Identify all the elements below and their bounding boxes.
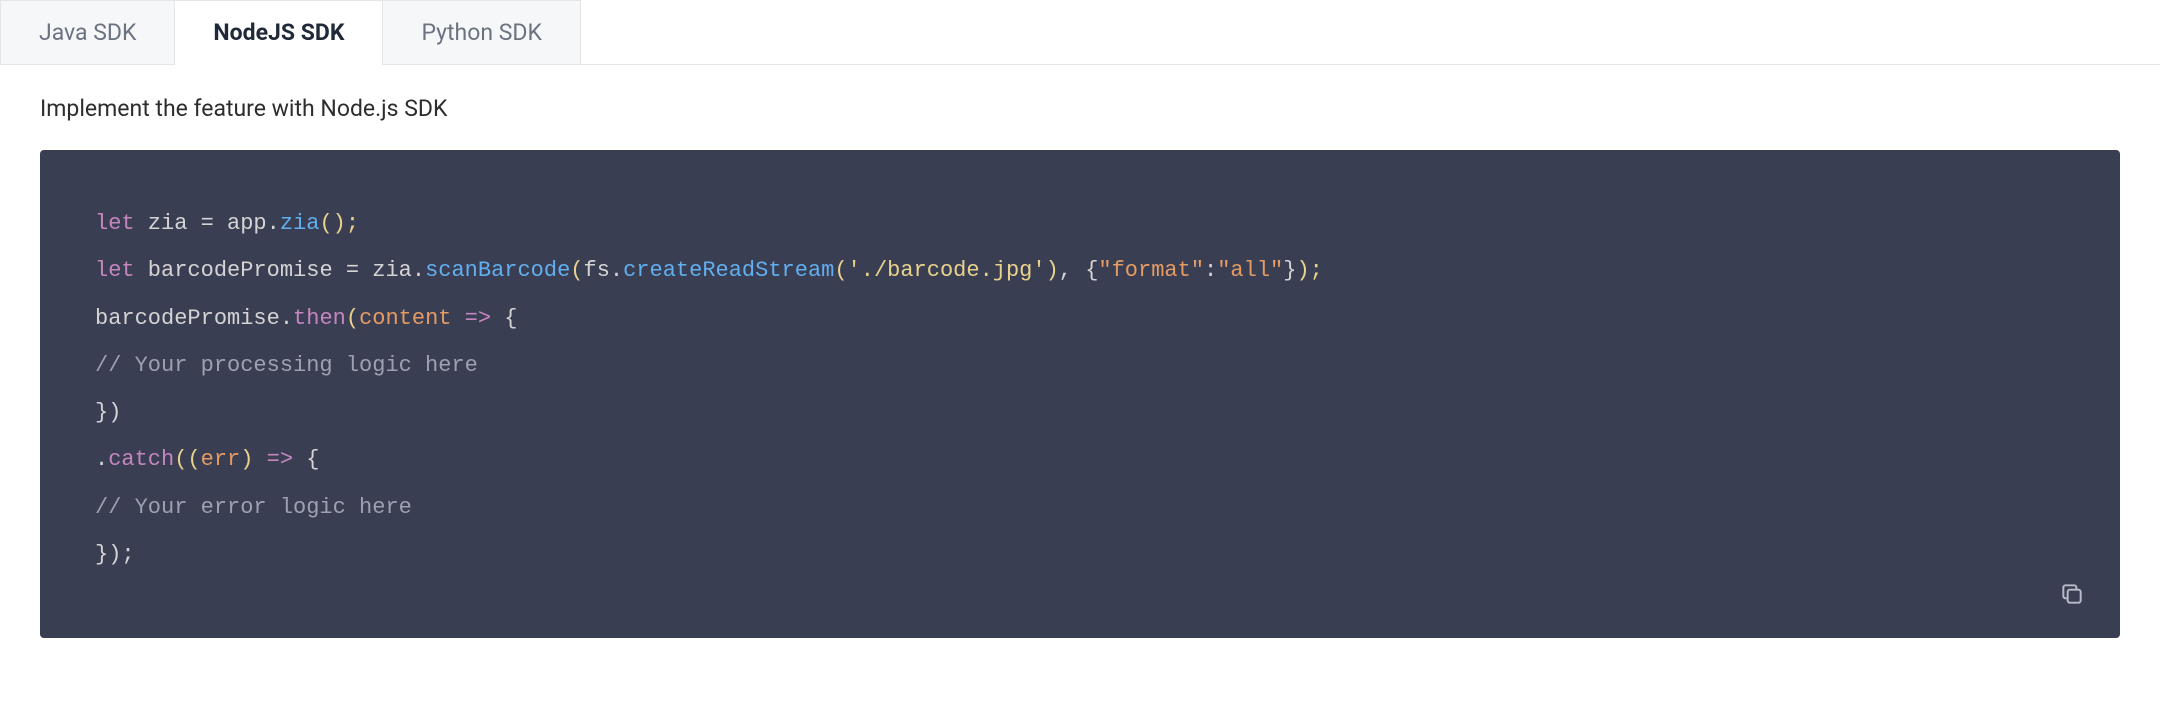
tab-content: Implement the feature with Node.js SDK l… — [0, 65, 2160, 678]
tab-java-sdk[interactable]: Java SDK — [0, 0, 175, 64]
code-line-4: // Your processing logic here — [95, 342, 2065, 389]
code-block: let zia = app.zia(); let barcodePromise … — [40, 150, 2120, 638]
sdk-tabs: Java SDK NodeJS SDK Python SDK — [0, 0, 2160, 65]
code-line-1: let zia = app.zia(); — [95, 200, 2065, 247]
code-line-5: }) — [95, 389, 2065, 436]
code-line-7: // Your error logic here — [95, 484, 2065, 531]
code-line-6: .catch((err) => { — [95, 436, 2065, 483]
description-text: Implement the feature with Node.js SDK — [40, 95, 2120, 122]
copy-code-button[interactable] — [2056, 578, 2088, 610]
tab-python-sdk[interactable]: Python SDK — [382, 0, 580, 64]
tab-nodejs-sdk[interactable]: NodeJS SDK — [174, 0, 383, 64]
copy-icon — [2059, 581, 2085, 607]
code-line-3: barcodePromise.then(content => { — [95, 295, 2065, 342]
code-line-2: let barcodePromise = zia.scanBarcode(fs.… — [95, 247, 2065, 294]
code-line-8: }); — [95, 531, 2065, 578]
